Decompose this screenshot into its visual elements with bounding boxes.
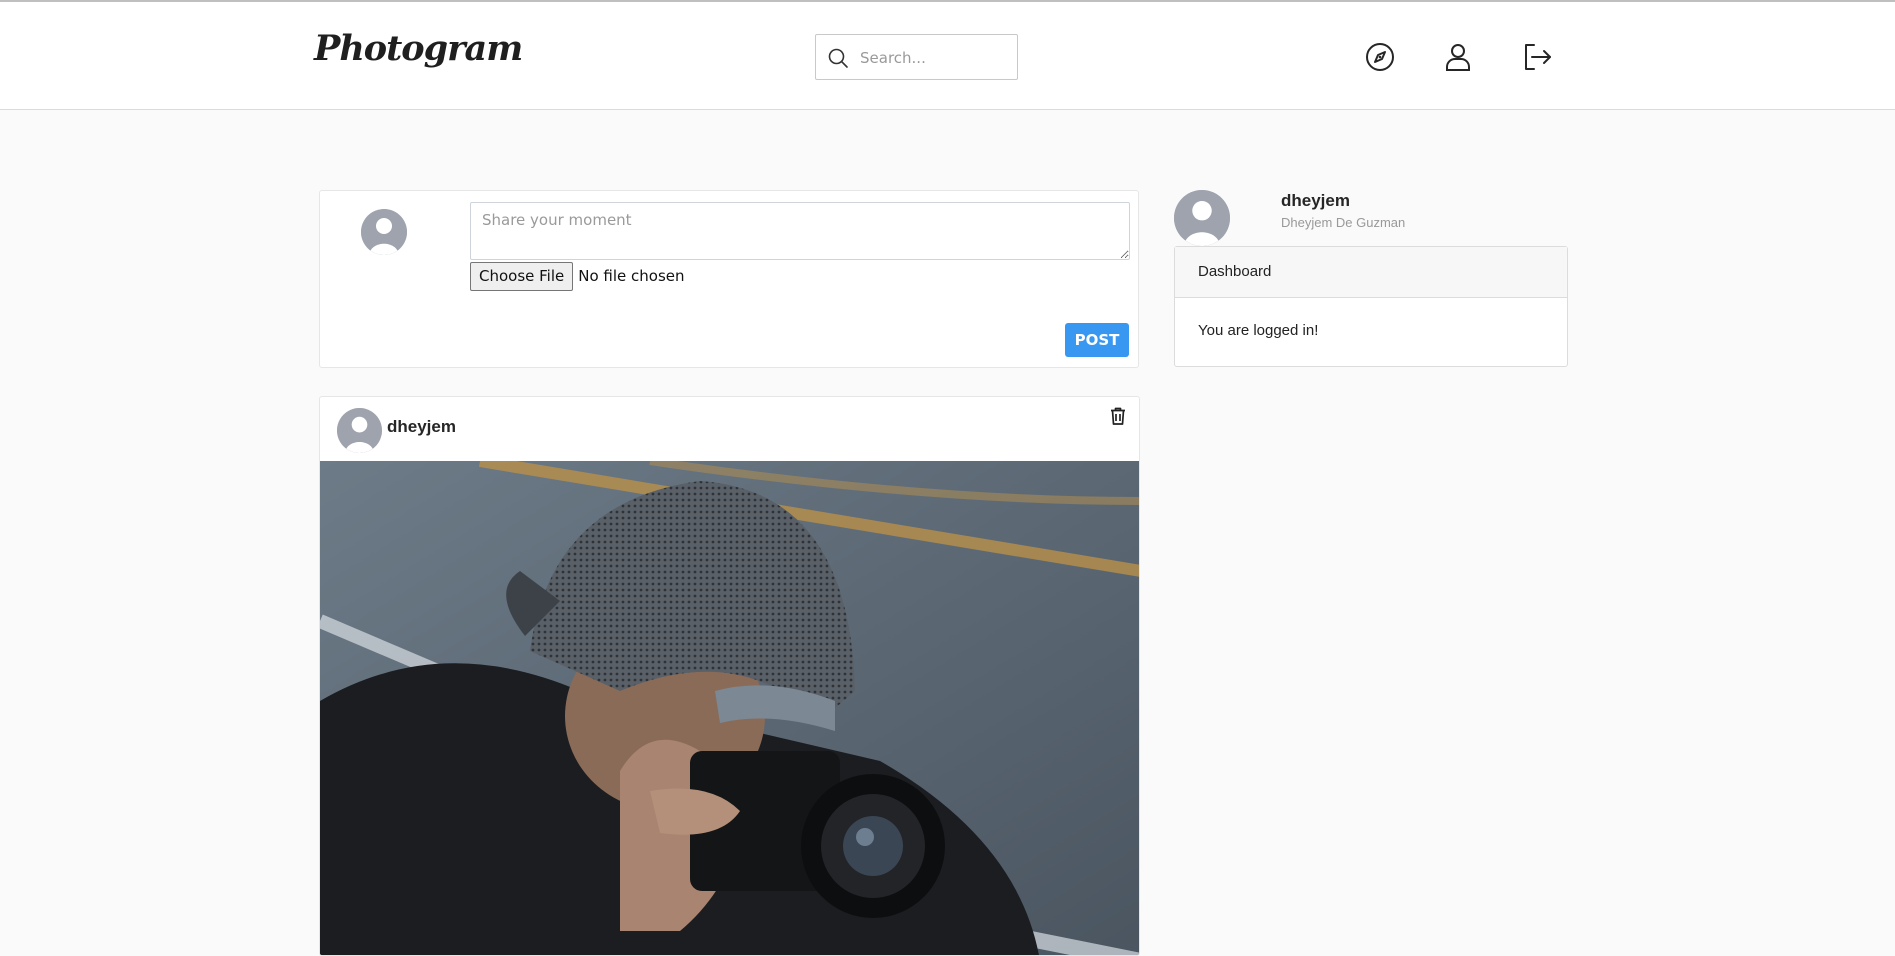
default-avatar-icon xyxy=(337,408,382,453)
search-input[interactable] xyxy=(860,45,1010,71)
sidebar-avatar[interactable] xyxy=(1174,190,1230,246)
default-avatar-icon xyxy=(1174,190,1230,246)
logout-icon[interactable] xyxy=(1520,40,1554,74)
file-status-label: No file chosen xyxy=(578,267,685,285)
feed-post: dheyjem xyxy=(319,396,1140,956)
sidebar-username[interactable]: dheyjem xyxy=(1281,191,1350,211)
compass-icon[interactable] xyxy=(1363,40,1397,74)
share-moment-textarea[interactable] xyxy=(470,202,1130,260)
trash-icon[interactable] xyxy=(1107,405,1129,427)
post-button[interactable]: POST xyxy=(1065,323,1129,357)
default-avatar-icon xyxy=(361,209,407,255)
brand-logo[interactable]: Photogram xyxy=(314,28,523,69)
sidebar-full-name: Dheyjem De Guzman xyxy=(1281,215,1406,230)
dashboard-card-title: Dashboard xyxy=(1175,247,1567,298)
post-composer: Choose File No file chosen POST xyxy=(319,190,1139,368)
search-icon xyxy=(828,48,848,68)
post-photo[interactable] xyxy=(320,461,1140,956)
composer-avatar xyxy=(361,209,407,255)
top-navbar: Photogram xyxy=(0,2,1895,110)
post-author-username[interactable]: dheyjem xyxy=(387,417,456,437)
choose-file-button[interactable]: Choose File xyxy=(470,261,574,291)
user-icon[interactable] xyxy=(1441,40,1475,74)
dashboard-card-message: You are logged in! xyxy=(1198,322,1319,339)
dashboard-card: Dashboard You are logged in! xyxy=(1174,246,1568,367)
search-box[interactable] xyxy=(815,34,1018,80)
file-upload-row: Choose File No file chosen xyxy=(470,261,685,291)
post-author-avatar[interactable] xyxy=(337,408,382,453)
